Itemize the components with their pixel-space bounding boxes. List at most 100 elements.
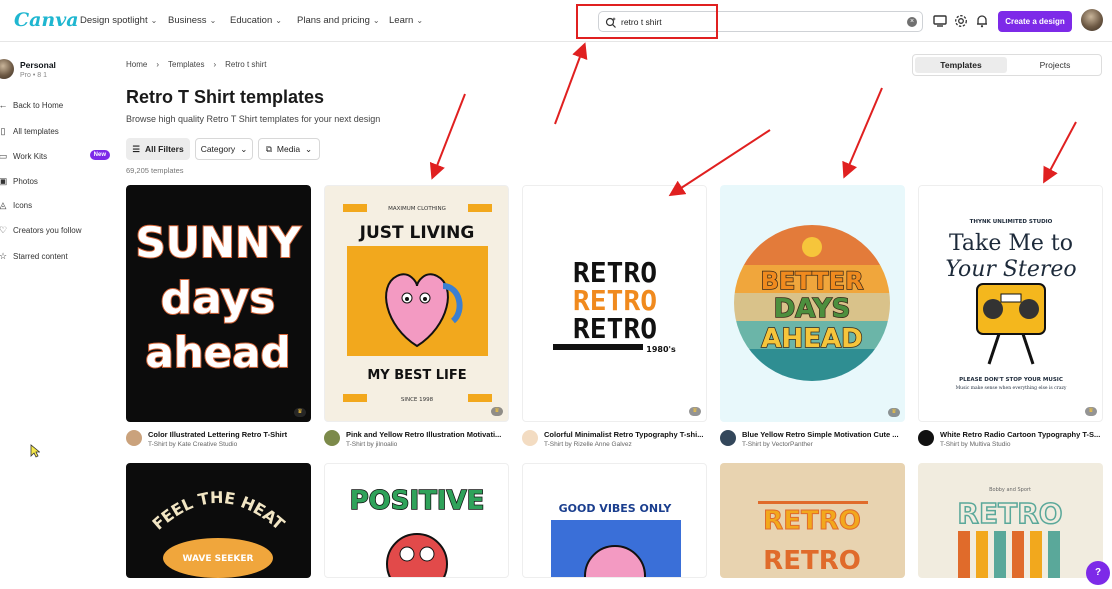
sidebar-item-all-templates[interactable]: ▯ All templates: [0, 124, 118, 138]
template-art: THYNK UNLIMITED STUDIO Take Me to Your S…: [945, 219, 1076, 391]
heart-icon: ♡: [0, 225, 8, 235]
sidebar-item-photos[interactable]: ▣ Photos: [0, 174, 118, 188]
search-input[interactable]: retro t shirt ×: [598, 11, 923, 32]
template-card[interactable]: Bobby and Sport RETRO: [918, 463, 1103, 578]
mouse-cursor-icon: [30, 444, 40, 458]
all-filters-button[interactable]: ☰ All Filters: [126, 138, 190, 160]
sidebar-item-creators[interactable]: ♡ Creators you follow: [0, 223, 118, 237]
image-icon: ⧉: [265, 143, 272, 154]
arrow-left-icon: ←: [0, 100, 8, 110]
annotation-arrow: [429, 93, 466, 180]
template-title[interactable]: Pink and Yellow Retro Illustration Motiv…: [346, 430, 509, 439]
art-text: RETRO: [763, 506, 861, 536]
desktop-app-icon[interactable]: [932, 13, 948, 29]
bell-icon[interactable]: [974, 13, 990, 29]
template-card[interactable]: SUNNY days ahead ♛ Color Illustrated Let…: [126, 185, 311, 465]
user-avatar[interactable]: [1081, 9, 1103, 31]
art-text: MAXIMUM CLOTHING: [388, 206, 446, 212]
page-title: Retro T Shirt templates: [126, 87, 325, 107]
author-avatar: [720, 430, 736, 446]
template-card[interactable]: POSITIVE: [324, 463, 509, 578]
breadcrumb-home[interactable]: Home: [126, 60, 147, 69]
crown-icon: ♛: [689, 407, 701, 416]
page-subtitle: Browse high quality Retro T Shirt templa…: [126, 114, 381, 124]
search-sparkle-icon: [605, 17, 616, 28]
author-avatar: [126, 430, 142, 446]
nav-education[interactable]: Education ⌄: [230, 15, 282, 26]
template-thumbnail[interactable]: BETTER DAYS AHEAD ♛: [720, 185, 905, 422]
clear-search-icon[interactable]: ×: [907, 17, 917, 27]
gear-icon[interactable]: [953, 13, 969, 29]
nav-learn[interactable]: Learn ⌄: [389, 15, 423, 26]
chevron-down-icon: ⌄: [416, 16, 424, 25]
template-author[interactable]: T-Shirt by Multiva Studio: [940, 441, 1010, 448]
art-text: PLEASE DON'T STOP YOUR MUSIC: [959, 377, 1063, 383]
nav-plans-pricing[interactable]: Plans and pricing ⌄: [297, 15, 380, 26]
template-card[interactable]: RETRO RETRO RETRO 1980's ♛ Colorful Mini…: [522, 185, 707, 465]
tab-projects[interactable]: Projects: [1011, 57, 1099, 73]
art-text: RETRO: [957, 497, 1062, 530]
template-title[interactable]: Colorful Minimalist Retro Typography T-s…: [544, 430, 707, 439]
breadcrumb-current: Retro t shirt: [225, 60, 267, 69]
sidebar-item-back-home[interactable]: ← Back to Home: [0, 98, 118, 112]
template-art: RETRO RETRO: [758, 501, 868, 576]
template-art: SUNNY days ahead: [134, 217, 302, 378]
template-author[interactable]: T-Shirt by jilnoalio: [346, 441, 397, 448]
nav-design-spotlight[interactable]: Design spotlight ⌄: [80, 15, 157, 26]
template-card[interactable]: RETRO RETRO: [720, 463, 905, 578]
template-title[interactable]: Blue Yellow Retro Simple Motivation Cute…: [742, 430, 905, 439]
template-art: MAXIMUM CLOTHING JUST LIVING MY BEST LIF…: [343, 204, 492, 403]
tab-templates[interactable]: Templates: [915, 57, 1007, 73]
chevron-down-icon: ⌄: [305, 143, 313, 154]
create-design-button[interactable]: Create a design: [998, 11, 1072, 32]
account-avatar[interactable]: [0, 59, 14, 79]
chevron-down-icon: ⌄: [209, 16, 217, 25]
template-card[interactable]: BETTER DAYS AHEAD ♛ Blue Yellow Retro Si…: [720, 185, 905, 465]
chevron-down-icon: ⌄: [150, 16, 158, 25]
new-badge: New: [89, 150, 110, 160]
work-kits-icon: ▭: [0, 151, 8, 161]
category-filter-button[interactable]: Category ⌄: [195, 138, 253, 160]
template-card[interactable]: GOOD VIBES ONLY: [522, 463, 707, 578]
template-thumbnail[interactable]: THYNK UNLIMITED STUDIO Take Me to Your S…: [918, 185, 1103, 422]
template-count: 69,205 templates: [126, 166, 184, 175]
template-card[interactable]: FEEL THE HEAT WAVE SEEKER: [126, 463, 311, 578]
sidebar-item-icons[interactable]: ◬ Icons: [0, 198, 118, 212]
template-art: GOOD VIBES ONLY: [551, 502, 681, 577]
annotation-arrow: [842, 87, 883, 179]
crown-icon: ♛: [888, 408, 900, 417]
account-name[interactable]: Personal: [20, 60, 56, 70]
art-text: 1980's: [646, 345, 676, 354]
breadcrumb-templates[interactable]: Templates: [168, 60, 204, 69]
template-art: BETTER DAYS AHEAD: [734, 225, 890, 381]
template-title[interactable]: White Retro Radio Cartoon Typography T-S…: [940, 430, 1103, 439]
template-card[interactable]: THYNK UNLIMITED STUDIO Take Me to Your S…: [918, 185, 1103, 465]
breadcrumb: Home › Templates › Retro t shirt: [126, 60, 267, 69]
sidebar-item-work-kits[interactable]: ▭ Work Kits New: [0, 149, 118, 163]
author-avatar: [324, 430, 340, 446]
template-author[interactable]: T-Shirt by Kate Creative Studio: [148, 441, 237, 448]
help-button[interactable]: ?: [1086, 561, 1110, 585]
template-author[interactable]: T-Shirt by VectorPanther: [742, 441, 813, 448]
canva-logo[interactable]: Canva: [14, 9, 79, 31]
media-filter-button[interactable]: ⧉ Media ⌄: [258, 138, 320, 160]
template-thumbnail[interactable]: RETRO RETRO RETRO 1980's ♛: [522, 185, 707, 422]
template-art: POSITIVE: [349, 485, 485, 577]
art-text: Take Me to: [949, 231, 1073, 256]
nav-business[interactable]: Business ⌄: [168, 15, 216, 26]
art-text: DAYS: [774, 294, 851, 324]
template-card[interactable]: MAXIMUM CLOTHING JUST LIVING MY BEST LIF…: [324, 185, 509, 465]
template-author[interactable]: T-Shirt by Rizelle Anne Galvez: [544, 441, 632, 448]
crown-icon: ♛: [491, 407, 503, 416]
art-text: RETRO: [573, 312, 657, 345]
template-art: RETRO RETRO RETRO 1980's: [553, 256, 676, 354]
template-thumbnail[interactable]: MAXIMUM CLOTHING JUST LIVING MY BEST LIF…: [324, 185, 509, 422]
template-thumbnail[interactable]: SUNNY days ahead ♛: [126, 185, 311, 422]
template-title[interactable]: Color Illustrated Lettering Retro T-Shir…: [148, 430, 311, 439]
sidebar-item-starred[interactable]: ☆ Starred content: [0, 249, 118, 263]
chevron-right-icon: ›: [156, 60, 160, 69]
shapes-icon: ◬: [0, 200, 7, 210]
art-text: Music make sense when everything else is…: [956, 385, 1067, 391]
view-toggle: Templates Projects: [912, 54, 1102, 76]
art-text: SUNNY: [135, 218, 301, 267]
